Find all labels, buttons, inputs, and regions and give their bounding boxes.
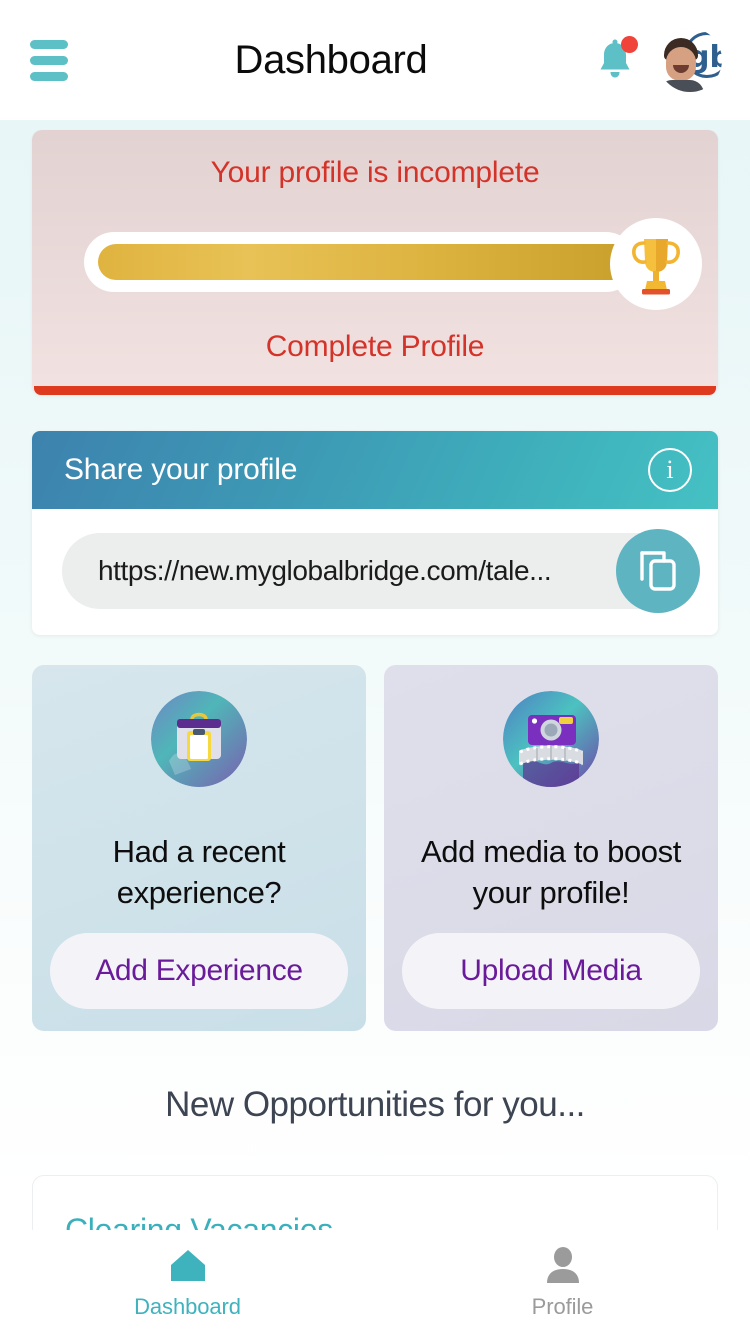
action-cards-row: Had a recent experience? Add Experience (32, 665, 718, 1031)
nav-label-dashboard: Dashboard (134, 1293, 241, 1319)
share-profile-header: Share your profile i (32, 431, 718, 509)
camera-film-glyph (503, 691, 599, 787)
add-experience-button[interactable]: Add Experience (50, 933, 348, 1009)
nav-label-profile: Profile (531, 1293, 594, 1319)
trophy-icon (610, 218, 702, 310)
info-icon[interactable]: i (648, 448, 692, 492)
nav-item-dashboard[interactable]: Dashboard (0, 1230, 375, 1334)
page-title: Dashboard (234, 37, 428, 82)
hamburger-bar (30, 71, 68, 81)
trophy-glyph (632, 239, 680, 295)
profile-incomplete-message: Your profile is incomplete (210, 156, 540, 189)
notification-badge-dot (621, 36, 638, 53)
header-actions: gb (594, 28, 722, 92)
profile-progress-bar (84, 232, 636, 292)
profile-completion-card[interactable]: Your profile is incomplete Complete Prof… (32, 130, 718, 395)
hamburger-bar (30, 39, 68, 49)
hamburger-menu-icon[interactable] (30, 39, 74, 81)
home-icon (170, 1249, 205, 1281)
briefcase-clipboard-icon (151, 691, 247, 787)
app-header: Dashboard gb (0, 0, 750, 120)
share-profile-body: https://new.myglobalbridge.com/tale... (32, 509, 718, 635)
copy-glyph (640, 551, 676, 591)
main-scroll-area[interactable]: Your profile is incomplete Complete Prof… (0, 120, 750, 1334)
briefcase-clipboard-glyph (151, 691, 247, 787)
share-profile-card: Share your profile i https://new.mygloba… (32, 431, 718, 635)
share-profile-title: Share your profile (64, 453, 298, 486)
profile-url-field[interactable]: https://new.myglobalbridge.com/tale... (62, 529, 700, 613)
nav-item-profile[interactable]: Profile (375, 1230, 750, 1334)
profile-progress-row (32, 218, 718, 310)
profile-progress-fill (98, 244, 631, 280)
upload-media-button[interactable]: Upload Media (402, 933, 700, 1009)
camera-film-icon (503, 691, 599, 787)
upload-media-title: Add media to boost your profile! (421, 834, 681, 910)
add-experience-title: Had a recent experience? (112, 834, 286, 910)
hamburger-bar (30, 55, 68, 65)
notification-bell-icon[interactable] (594, 36, 638, 83)
profile-url-text: https://new.myglobalbridge.com/tale... (98, 555, 552, 586)
add-experience-card[interactable]: Had a recent experience? Add Experience (32, 665, 366, 1031)
avatar-photo (658, 38, 704, 92)
profile-card-accent-bar (34, 386, 716, 395)
copy-icon[interactable] (616, 529, 700, 613)
bottom-navigation: Dashboard Profile (0, 1230, 750, 1334)
avatar[interactable]: gb (658, 28, 722, 92)
app-root: Dashboard gb Your profile is incomplete … (0, 0, 750, 1334)
complete-profile-button[interactable]: Complete Profile (32, 330, 718, 364)
upload-media-card[interactable]: Add media to boost your profile! Upload … (384, 665, 718, 1031)
opportunities-section-title: New Opportunities for you... (165, 1085, 585, 1124)
person-icon (546, 1246, 579, 1283)
